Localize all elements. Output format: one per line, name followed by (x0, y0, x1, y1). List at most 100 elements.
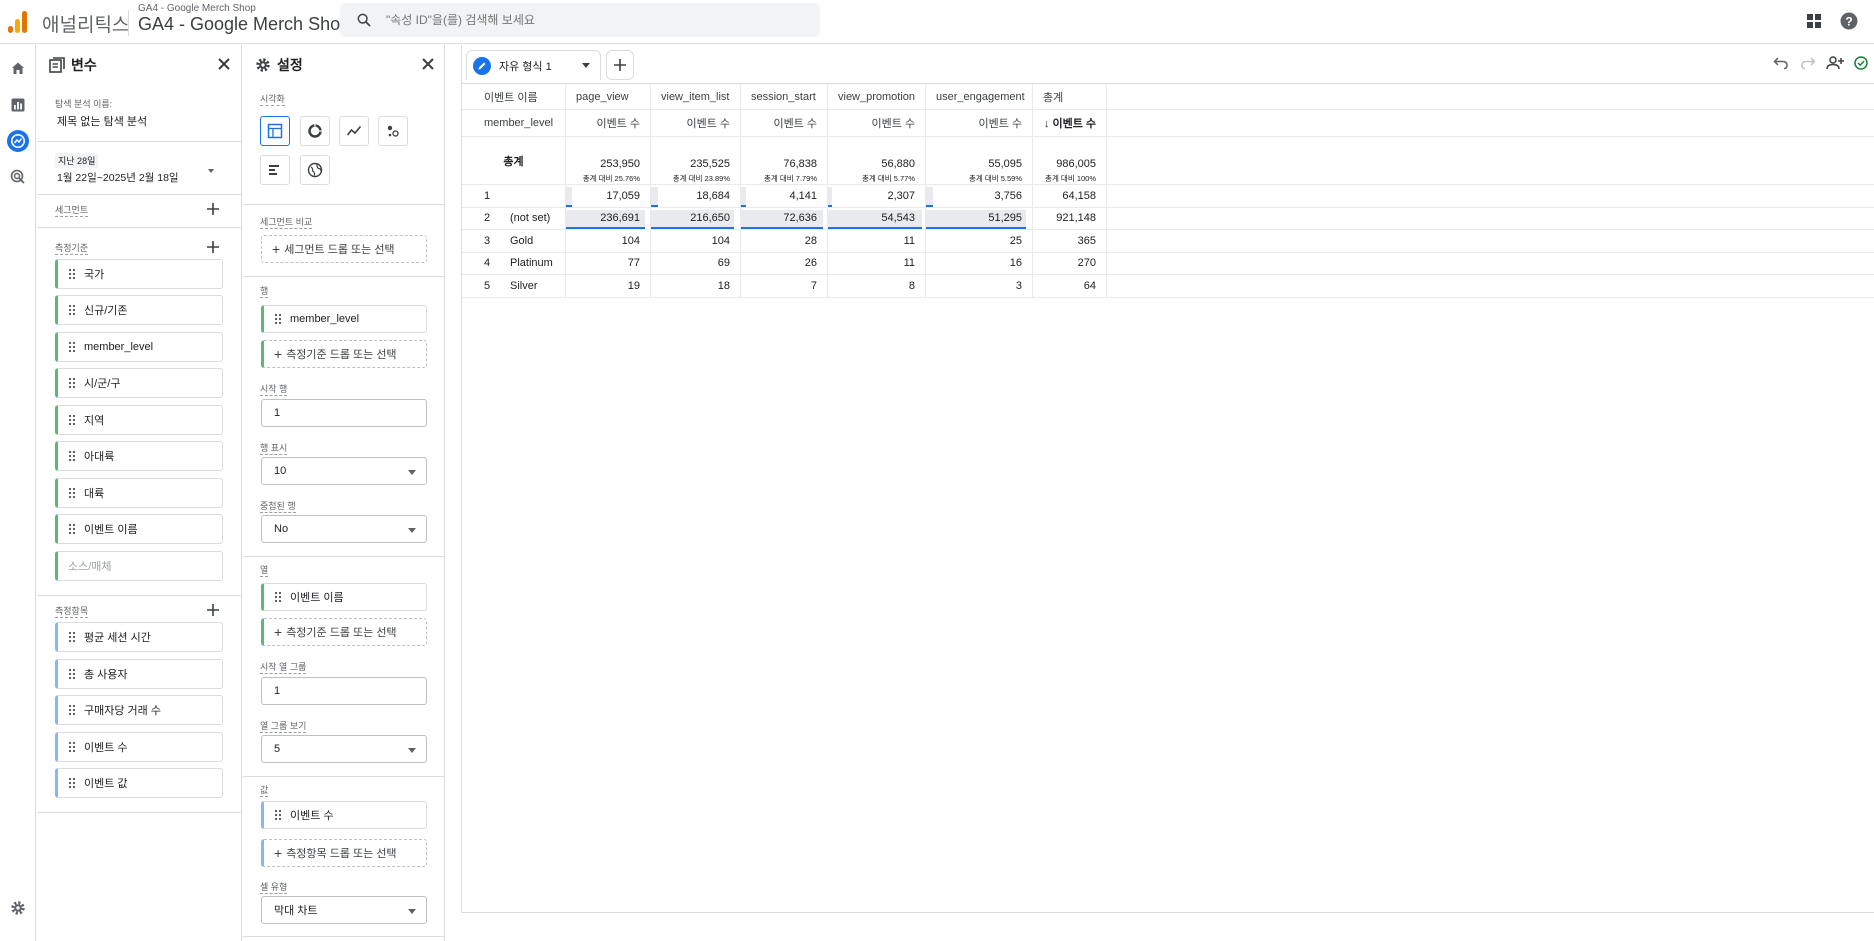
chevron-down-icon[interactable] (582, 63, 590, 68)
share-person-add-icon[interactable] (1825, 53, 1845, 73)
close-settings-icon[interactable] (419, 55, 437, 73)
value-cell[interactable]: 11 (828, 230, 926, 252)
drag-handle-icon[interactable] (68, 668, 76, 680)
value-cell[interactable]: 77 (566, 252, 651, 274)
table-row[interactable]: 4 Platinum 77 69 26 11 16 270 (462, 252, 1874, 275)
add-tab-button[interactable] (606, 50, 634, 80)
property-selector[interactable]: GA4 - Google Merch Shop (138, 14, 350, 35)
value-cell[interactable]: 18,684 (651, 185, 741, 207)
bar-viz-button[interactable] (260, 155, 290, 185)
row-dimension-chip[interactable]: member_level (261, 305, 427, 333)
table-row[interactable]: 2 (not set) 236,691 216,650 72,636 54,543 51,2… (462, 207, 1874, 230)
saved-check-icon[interactable] (1851, 53, 1871, 73)
column-header[interactable]: view_item_list (651, 84, 741, 109)
column-header[interactable]: page_view (566, 84, 651, 109)
metric-header[interactable]: 이벤트 수 (926, 110, 1033, 136)
value-cell[interactable]: 4,141 (741, 185, 828, 207)
drag-handle-icon[interactable] (68, 777, 76, 789)
value-metric-chip[interactable]: 이벤트 수 (261, 801, 427, 829)
drag-handle-icon[interactable] (68, 631, 76, 643)
value-cell[interactable]: 7 (741, 275, 828, 297)
value-cell[interactable]: 28 (741, 230, 828, 252)
metric-header[interactable]: 이벤트 수 (741, 110, 828, 136)
row-label[interactable]: (not set) (510, 212, 550, 224)
drag-handle-icon[interactable] (68, 704, 76, 716)
column-header-total[interactable]: 총계 (1033, 84, 1107, 109)
dimension-chip[interactable]: 대륙 (55, 478, 223, 508)
drag-handle-icon[interactable] (68, 741, 76, 753)
start-col-group-input[interactable]: 1 (261, 677, 427, 705)
row-label[interactable]: Gold (510, 235, 533, 247)
value-cell[interactable]: 104 (566, 230, 651, 252)
dimension-chip[interactable]: 이벤트 이름 (55, 514, 223, 544)
value-cell[interactable]: 16 (926, 252, 1033, 274)
redo-icon[interactable] (1798, 53, 1818, 73)
value-cell[interactable]: 51,295 (926, 207, 1033, 229)
column-dimension-header[interactable]: 이벤트 이름 (462, 84, 566, 109)
segment-drop-zone[interactable]: + 세그먼트 드롭 또는 선택 (261, 235, 427, 263)
dimension-chip[interactable]: 신규/기존 (55, 295, 223, 325)
row-label[interactable]: Silver (510, 280, 538, 292)
dimension-chip-loading[interactable]: 소스/매체 (55, 551, 223, 581)
add-metric-icon[interactable] (206, 603, 220, 617)
value-cell[interactable]: 69 (651, 252, 741, 274)
scatter-viz-button[interactable] (378, 116, 408, 146)
apps-grid-icon[interactable] (1803, 10, 1825, 32)
value-cell[interactable]: 17,059 (566, 185, 651, 207)
drag-handle-icon[interactable] (68, 487, 76, 499)
row-dimension-header[interactable]: member_level (462, 110, 566, 136)
column-header[interactable]: session_start (741, 84, 828, 109)
line-viz-button[interactable] (339, 116, 369, 146)
drag-handle-icon[interactable] (68, 377, 76, 389)
dimension-chip[interactable]: 아대륙 (55, 441, 223, 471)
drag-handle-icon[interactable] (68, 450, 76, 462)
advertising-icon[interactable] (7, 166, 29, 188)
drag-handle-icon[interactable] (68, 414, 76, 426)
search-input[interactable] (386, 10, 806, 30)
table-row[interactable]: 5 Silver 19 18 7 8 3 64 (462, 275, 1874, 298)
value-cell[interactable]: 236,691 (566, 207, 651, 229)
cell-type-select[interactable]: 막대 차트 (261, 896, 427, 924)
value-cell[interactable]: 216,650 (651, 207, 741, 229)
column-header[interactable]: view_promotion (828, 84, 926, 109)
home-icon[interactable] (7, 57, 29, 79)
value-cell[interactable]: 3,756 (926, 185, 1033, 207)
table-row[interactable]: 1 17,059 18,684 4,141 2,307 3,756 64,158 (462, 185, 1874, 208)
value-cell[interactable]: 365 (1033, 230, 1107, 252)
value-cell[interactable]: 18 (651, 275, 741, 297)
metric-header[interactable]: 이벤트 수 (651, 110, 741, 136)
tab-freeform-1[interactable]: 자유 형식 1 (466, 50, 601, 80)
value-cell[interactable]: 64 (1033, 275, 1107, 297)
value-cell[interactable]: 64,158 (1033, 185, 1107, 207)
metric-drop-zone[interactable]: + 측정항목 드롭 또는 선택 (261, 839, 427, 867)
drag-handle-icon[interactable] (68, 523, 76, 535)
dimension-chip[interactable]: 국가 (55, 259, 223, 289)
value-cell[interactable]: 11 (828, 252, 926, 274)
metric-chip[interactable]: 총 사용자 (55, 659, 223, 689)
row-dimension-drop-zone[interactable]: + 측정기준 드롭 또는 선택 (261, 340, 427, 368)
add-dimension-icon[interactable] (206, 240, 220, 254)
column-dimension-drop-zone[interactable]: + 측정기준 드롭 또는 선택 (261, 618, 427, 646)
add-segment-icon[interactable] (206, 202, 220, 216)
show-col-groups-select[interactable]: 5 (261, 735, 427, 763)
value-cell[interactable]: 8 (828, 275, 926, 297)
dimension-chip[interactable]: 시/군/구 (55, 368, 223, 398)
value-cell[interactable]: 270 (1033, 252, 1107, 274)
dimension-chip[interactable]: member_level (55, 332, 223, 362)
geo-viz-button[interactable] (300, 155, 330, 185)
metric-header[interactable]: 이벤트 수 (566, 110, 651, 136)
help-icon[interactable]: ? (1838, 10, 1860, 32)
row-label[interactable]: Platinum (510, 257, 553, 269)
value-cell[interactable]: 25 (926, 230, 1033, 252)
undo-icon[interactable] (1771, 53, 1791, 73)
date-range-picker[interactable]: 지난 28일 1월 22일~2025년 2월 18일 (55, 153, 235, 193)
value-cell[interactable]: 2,307 (828, 185, 926, 207)
analytics-logo-icon[interactable] (8, 9, 28, 33)
value-cell[interactable]: 104 (651, 230, 741, 252)
search-bar[interactable] (340, 3, 820, 37)
metric-chip[interactable]: 이벤트 값 (55, 768, 223, 798)
metric-chip[interactable]: 평균 세션 시간 (55, 622, 223, 652)
drag-handle-icon[interactable] (68, 341, 76, 353)
explore-icon[interactable] (7, 130, 29, 152)
show-rows-select[interactable]: 10 (261, 457, 427, 485)
